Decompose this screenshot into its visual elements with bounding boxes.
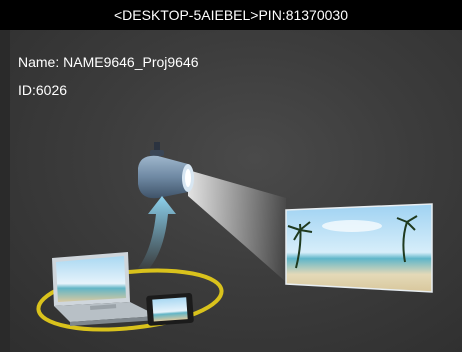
projector-icon xyxy=(138,142,194,199)
cast-arrow-icon xyxy=(138,196,176,272)
phone-icon xyxy=(146,292,194,326)
projection-screen-icon xyxy=(285,203,433,293)
casting-illustration xyxy=(36,142,433,332)
projection-standby-screen: <DESKTOP-5AIEBEL> PIN: 81370030 Name: NA… xyxy=(0,0,462,352)
projector-beam xyxy=(188,170,286,282)
